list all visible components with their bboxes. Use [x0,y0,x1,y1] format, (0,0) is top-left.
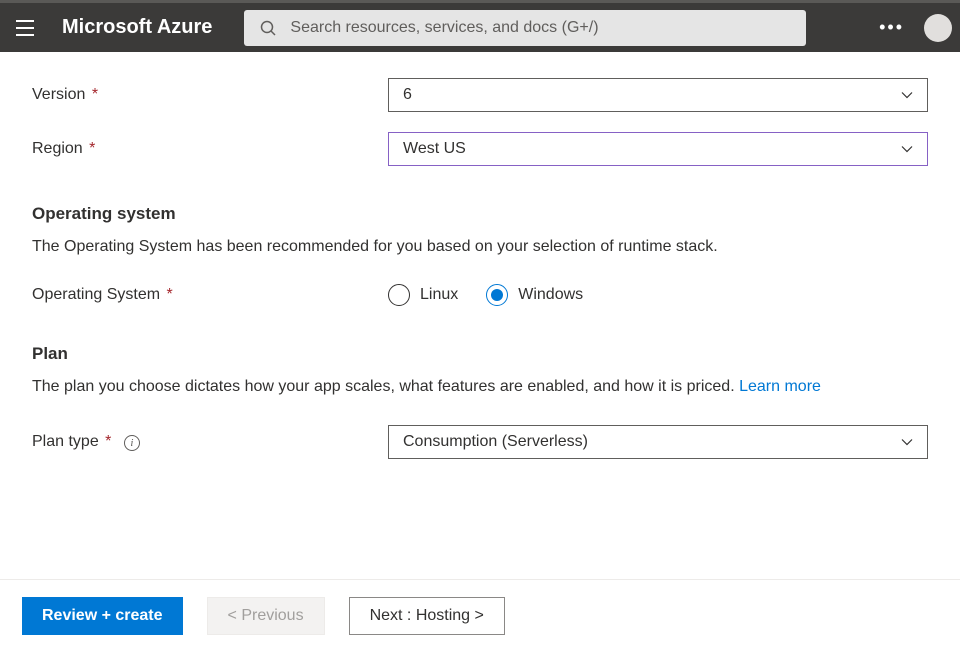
required-asterisk: * [101,433,112,450]
region-value: West US [403,140,466,158]
plan-section-description: The plan you choose dictates how your ap… [32,376,928,398]
search-icon [260,20,276,36]
plan-type-value: Consumption (Serverless) [403,433,588,451]
plan-section-title: Plan [32,344,928,364]
portal-header: Microsoft Azure ••• [0,0,960,52]
region-label: Region * [32,140,388,158]
version-label: Version * [32,86,388,104]
next-hosting-button[interactable]: Next : Hosting > [349,597,505,635]
info-icon[interactable]: i [124,435,140,451]
os-section-title: Operating system [32,204,928,224]
required-asterisk: * [85,140,96,157]
required-asterisk: * [87,86,98,103]
plan-type-select[interactable]: Consumption (Serverless) [388,425,928,459]
version-select[interactable]: 6 [388,78,928,112]
search-input[interactable] [290,19,790,37]
radio-checked-icon [486,284,508,306]
hamburger-menu-icon[interactable] [16,16,34,40]
chevron-down-icon [901,143,913,155]
os-radio-windows[interactable]: Windows [486,284,583,306]
learn-more-link[interactable]: Learn more [739,378,821,395]
chevron-down-icon [901,89,913,101]
plan-type-label: Plan type * i [32,433,388,451]
os-section-description: The Operating System has been recommende… [32,236,928,258]
review-create-button[interactable]: Review + create [22,597,183,635]
version-value: 6 [403,86,412,104]
region-row: Region * West US [32,132,928,166]
form-content: Version * 6 Region * West US Operating s… [0,52,960,459]
version-row: Version * 6 [32,78,928,112]
os-radio-group: Linux Windows [388,284,583,306]
chevron-down-icon [901,436,913,448]
os-label: Operating System * [32,286,388,304]
more-menu-icon[interactable]: ••• [879,17,904,38]
global-search[interactable] [244,10,806,46]
brand-title: Microsoft Azure [62,16,212,39]
wizard-footer: Review + create < Previous Next : Hostin… [0,579,960,651]
plan-type-row: Plan type * i Consumption (Serverless) [32,425,928,459]
previous-button[interactable]: < Previous [207,597,325,635]
user-avatar[interactable] [924,14,952,42]
os-linux-label: Linux [420,286,458,304]
os-radio-linux[interactable]: Linux [388,284,458,306]
region-select[interactable]: West US [388,132,928,166]
os-windows-label: Windows [518,286,583,304]
required-asterisk: * [162,286,173,303]
os-row: Operating System * Linux Windows [32,284,928,306]
radio-unchecked-icon [388,284,410,306]
